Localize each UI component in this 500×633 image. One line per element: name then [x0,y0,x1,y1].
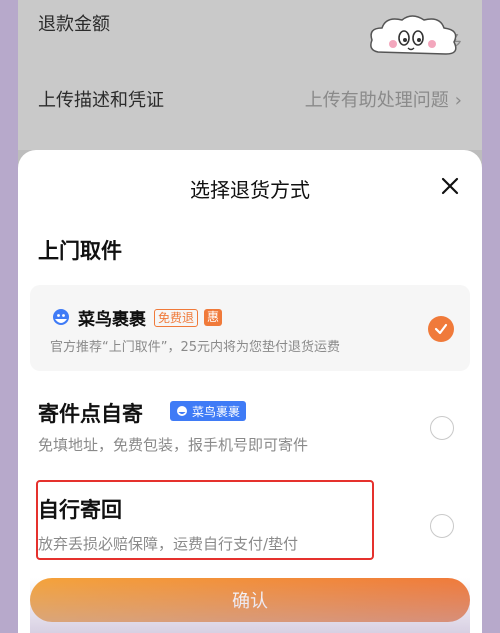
brand-row: 菜鸟裹裹 免费退 惠 [50,305,223,330]
free-return-tag: 免费退 [154,308,199,327]
option-dropoff-point[interactable]: 寄件点自寄 菜鸟裹裹 免填地址，免费包装，报手机号即可寄件 [30,380,470,460]
upload-evidence-row[interactable]: 上传描述和凭证 上传有助处理问题 › [38,86,462,112]
radio-selected-icon[interactable] [428,316,454,342]
brand-name: 菜鸟裹裹 [78,310,146,330]
cloud-sticker-icon [370,15,457,55]
phone-screen: 退款金额 最多 上传描述和凭证 上传有助处理问题› 选择退货方式 上门取件 [18,0,482,633]
option-self-return[interactable]: 自行寄回 放弃丢损必赔保障，运费自行支付/垫付 [30,472,470,564]
cainiao-icon [53,308,69,325]
upload-evidence-label: 上传描述和凭证 [38,90,164,111]
option-title: 自行寄回 [38,498,122,522]
sheet-title: 选择退货方式 [190,178,310,202]
upload-evidence-value: 上传有助处理问题 › [305,86,462,112]
option-description: 免填地址，免费包装，报手机号即可寄件 [38,436,309,454]
confirm-button[interactable]: 确认 [30,578,470,622]
option-title: 寄件点自寄 [38,402,143,426]
cainiao-badge-label: 菜鸟裹裹 [192,404,241,419]
radio-unselected-icon[interactable] [430,416,454,440]
close-icon[interactable] [436,172,464,200]
option-description: 放弃丢损必赔保障，运费自行支付/垫付 [38,535,299,553]
upload-hint: 上传有助处理问题 [304,90,449,111]
discount-tag: 惠 [204,309,223,326]
section-title-pickup: 上门取件 [38,239,122,263]
option-cainiao-pickup[interactable]: 菜鸟裹裹 免费退 惠 官方推荐“上门取件”，25元内将为您垫付退货运费 [30,285,470,371]
cainiao-badge-icon [177,406,187,416]
refund-amount-label: 退款金额 [38,14,110,35]
cainiao-badge: 菜鸟裹裹 [170,401,247,421]
option-description: 官方推荐“上门取件”，25元内将为您垫付退货运费 [50,340,341,355]
radio-unselected-icon[interactable] [430,514,454,538]
chevron-right-icon: › [454,90,462,111]
return-method-sheet: 选择退货方式 上门取件 菜鸟裹裹 免费退 惠 官方推荐“上门取件”，25元内将为… [18,150,482,633]
